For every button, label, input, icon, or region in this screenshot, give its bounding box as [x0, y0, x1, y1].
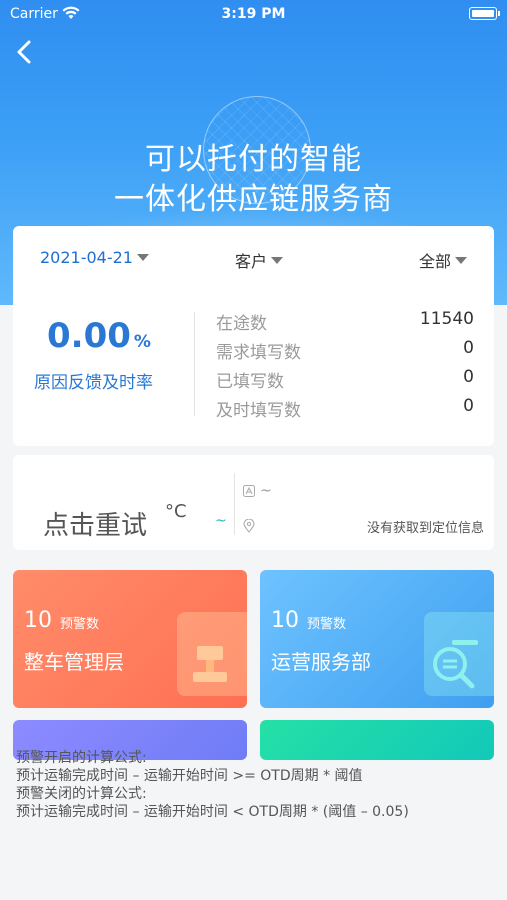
alert-count: 10 [24, 608, 52, 633]
stat-row-in-transit: 在途数 11540 [216, 309, 474, 334]
customer-filter[interactable]: 客户 [235, 248, 284, 272]
divider [194, 312, 195, 416]
scope-filter-label: 全部 [418, 252, 451, 271]
person-icon [193, 646, 227, 682]
customer-filter-label: 客户 [235, 252, 268, 271]
battery-icon [469, 7, 500, 20]
temperature-unit: °C [165, 501, 187, 522]
caret-down-icon [455, 256, 467, 264]
rate-number: 0.00 [47, 316, 131, 356]
stat-row-timely: 及时填写数 0 [216, 396, 474, 421]
formula-open-expression: 预计运输完成时间 – 运输开始时间 >= OTD周期 * 阈值 [16, 768, 363, 784]
air-quality-range: ~ [260, 483, 272, 499]
search-doc-icon [433, 640, 478, 689]
stat-row-required: 需求填写数 0 [216, 338, 474, 363]
ac-icon [243, 485, 255, 497]
stat-label: 在途数 [216, 314, 267, 334]
stat-label: 已填写数 [216, 372, 284, 392]
location-pin-icon [243, 519, 255, 533]
stat-value: 0 [463, 367, 474, 387]
divider [234, 473, 235, 535]
alert-count-label: 预警数 [307, 617, 347, 632]
stat-label: 及时填写数 [216, 401, 301, 421]
feedback-rate-label: 原因反馈及时率 [34, 373, 153, 393]
alert-count: 10 [271, 608, 299, 633]
hero-title: 可以托付的智能 一体化供应链服务商 [0, 140, 507, 220]
tile-title: 整车管理层 [24, 650, 124, 674]
tile-title: 运营服务部 [271, 650, 371, 674]
feedback-rate-value: 0.00% [47, 316, 151, 356]
hero-title-line2: 一体化供应链服务商 [114, 182, 393, 217]
formula-close-title: 预警关闭的计算公式: [16, 786, 147, 802]
caret-down-icon [271, 256, 284, 264]
date-filter[interactable]: 2021-04-21 [40, 248, 149, 267]
stat-label: 需求填写数 [216, 343, 301, 363]
formula-open-title: 预警开启的计算公式: [16, 750, 147, 766]
status-time: 3:19 PM [221, 6, 286, 22]
temperature-range: ~ [215, 513, 227, 529]
hero-title-line1: 可以托付的智能 [145, 142, 362, 177]
status-bar: Carrier 3:19 PM [0, 0, 507, 30]
tile-vehicle-management[interactable]: 10 预警数 整车管理层 [13, 570, 247, 708]
alert-formula-note: 预警开启的计算公式: 预计运输完成时间 – 运输开始时间 >= OTD周期 * … [16, 749, 497, 821]
retry-button[interactable]: 点击重试 [43, 505, 147, 542]
stat-value: 11540 [419, 309, 474, 329]
alert-count-label: 预警数 [60, 617, 100, 632]
rate-unit: % [133, 332, 151, 352]
summary-card: 2021-04-21 客户 全部 0.00% 原因反馈及时率 在途数 11540… [13, 226, 494, 446]
weather-card: 点击重试 °C ~ ~ 没有获取到定位信息 [13, 455, 494, 550]
stat-value: 0 [463, 396, 474, 416]
date-filter-label: 2021-04-21 [40, 248, 133, 267]
stat-value: 0 [463, 338, 474, 358]
location-status: 没有获取到定位信息 [366, 521, 484, 536]
back-icon[interactable] [12, 38, 38, 66]
formula-close-expression: 预计运输完成时间 – 运输开始时间 < OTD周期 * (阈值 – 0.05) [16, 804, 409, 820]
caret-down-icon [136, 254, 149, 261]
tile-operations-service[interactable]: 10 预警数 运营服务部 [260, 570, 494, 708]
scope-filter[interactable]: 全部 [419, 248, 467, 272]
stat-row-filled: 已填写数 0 [216, 367, 474, 392]
